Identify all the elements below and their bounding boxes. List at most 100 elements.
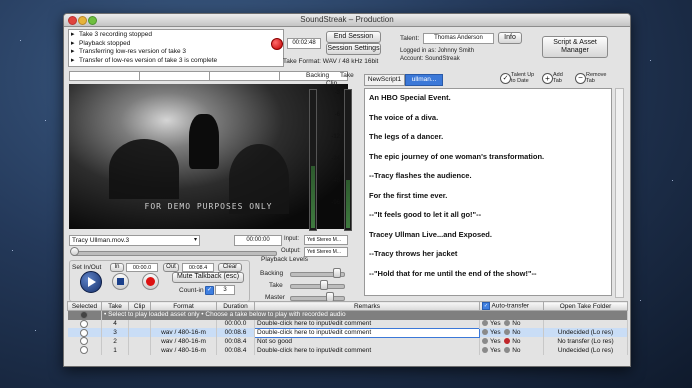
script-line: --Tracy flashes the audience.	[369, 171, 472, 180]
yes-dot[interactable]	[482, 329, 488, 336]
format-cell	[150, 319, 217, 329]
transport-record-button[interactable]	[142, 273, 159, 290]
master-level-label: Master	[265, 294, 285, 301]
set-out-button[interactable]: Out	[163, 263, 179, 272]
talent-name-field[interactable]: Thomas Anderson	[423, 33, 494, 44]
script-asset-manager-button[interactable]: Script & Asset Manager	[542, 36, 608, 58]
yes-dot[interactable]	[482, 346, 488, 353]
duration-cell: 00:08.4	[216, 346, 255, 355]
take-format: Take Format: WAV / 48 kHz 16bit	[283, 58, 379, 65]
transfer-toggle[interactable]: Yes No	[479, 328, 544, 338]
tab-newscript1[interactable]: NewScript1	[364, 74, 405, 86]
col-header-remarks[interactable]: Remarks	[254, 301, 480, 311]
take-level-slider[interactable]	[290, 284, 345, 289]
no-dot[interactable]	[504, 346, 511, 353]
watermark: FOR DEMO PURPOSES ONLY	[144, 202, 273, 211]
take-select-radio[interactable]	[80, 328, 89, 337]
transfer-toggle[interactable]: Yes No	[479, 337, 544, 347]
remarks-cell[interactable]: Double-click here to input/edit comment	[254, 327, 480, 338]
col-header-duration[interactable]: Duration	[216, 301, 255, 311]
status-cell: Undecided (Lo res)	[543, 346, 628, 355]
take-select-radio[interactable]	[80, 337, 89, 346]
status-log: Take 3 recording stopped Playback stoppe…	[68, 29, 284, 67]
playhead-knob[interactable]	[70, 247, 79, 256]
remarks-cell[interactable]: Not so good	[254, 337, 480, 347]
take-level-label: Take	[269, 282, 283, 289]
media-file-select[interactable]: Tracy Ullman.mov.3 ▾	[69, 235, 200, 246]
duration-cell: 00:08.6	[216, 328, 255, 338]
clip-cell	[128, 346, 151, 355]
talent-info-button[interactable]: Info	[498, 32, 522, 44]
open-take-folder-button[interactable]: Open Take Folder	[543, 301, 628, 311]
script-text-area[interactable]: An HBO Special Event. The voice of a div…	[364, 88, 612, 296]
input-label: Input:	[284, 236, 300, 242]
out-point-field[interactable]: 00:08.4	[182, 263, 214, 272]
backing-level-label: Backing	[260, 270, 284, 277]
record-button[interactable]	[271, 38, 283, 50]
script-line: Tracey Ullman Live...and Exposed.	[369, 229, 492, 239]
count-in-checkbox[interactable]: ✓	[205, 286, 214, 295]
auto-transfer-label: Auto-transfer	[491, 302, 530, 310]
mute-talkback-button[interactable]: Mute Talkback (esc)	[172, 272, 244, 283]
in-point-field[interactable]: 00:00.0	[126, 263, 158, 272]
input-select[interactable]: Yeti Stereo M...	[304, 235, 348, 245]
script-scrollbar[interactable]	[615, 88, 624, 298]
table-row[interactable]: 3 wav / 480-16-m 00:08.6 Double-click he…	[67, 327, 628, 338]
no-dot[interactable]	[504, 338, 511, 345]
col-header-take[interactable]: Take	[101, 301, 129, 311]
col-header-clip[interactable]: Clip	[128, 301, 151, 311]
media-time-field: 00:00:00	[234, 235, 282, 246]
no-dot[interactable]	[504, 329, 511, 336]
take-number: 4	[101, 319, 129, 329]
video-preview[interactable]: FOR DEMO PURPOSES ONLY	[69, 84, 348, 229]
transfer-toggle[interactable]: Yes No	[479, 346, 544, 355]
log-line: Transfer of low-res version of take 3 is…	[71, 57, 283, 66]
col-header-format[interactable]: Format	[150, 301, 217, 311]
remarks-cell[interactable]: Double-click here to input/edit comment	[254, 319, 480, 329]
stop-button[interactable]	[112, 273, 129, 290]
table-hint-row[interactable]: • Select to play loaded asset only • Cho…	[67, 310, 628, 320]
remove-tab-label: Remove Tab	[586, 72, 607, 84]
status-cell: Undecided (Lo res)	[543, 328, 628, 338]
format-cell: wav / 480-16-m	[150, 346, 217, 355]
tab-ullman[interactable]: ullman...	[405, 74, 443, 86]
take-select-radio[interactable]	[80, 319, 89, 328]
table-row[interactable]: 4 00:00.0 Double-click here to input/edi…	[67, 319, 628, 329]
chevron-down-icon: ▾	[193, 237, 197, 243]
play-icon	[88, 277, 96, 287]
table-row[interactable]: 1 wav / 480-16-m 00:08.4 Double-click he…	[67, 346, 628, 355]
talent-up-to-date-button[interactable]: ✓	[500, 73, 511, 84]
set-in-button[interactable]: In	[110, 263, 124, 272]
take-select-radio[interactable]	[80, 346, 89, 355]
output-select[interactable]: Yeti Stereo M...	[304, 247, 348, 257]
script-tab-bar: NewScript1 ullman...	[364, 74, 496, 86]
select-loaded-asset-radio[interactable]	[80, 311, 89, 319]
takes-table: Selected Take Clip Format Duration Remar…	[67, 301, 628, 355]
remove-tab-button[interactable]: −	[575, 73, 586, 84]
yes-dot[interactable]	[482, 338, 488, 345]
set-in-out-label: Set In/Out	[72, 264, 102, 271]
auto-transfer-checkbox[interactable]: ✓	[482, 302, 490, 310]
clip-cell	[128, 337, 151, 347]
script-line: The epic journey of one woman's transfor…	[369, 151, 545, 161]
backing-meter	[309, 89, 317, 231]
count-in-select[interactable]: 3	[215, 285, 235, 295]
yes-dot[interactable]	[482, 320, 488, 327]
remarks-cell[interactable]: Double-click here to input/edit comment	[254, 346, 480, 355]
end-session-button[interactable]: End Session	[326, 31, 381, 43]
playhead-scrubber[interactable]	[72, 251, 277, 256]
take-number: 2	[101, 337, 129, 347]
transfer-toggle[interactable]: Yes No	[479, 319, 544, 329]
clear-in-out-button[interactable]: Clear	[218, 263, 242, 272]
output-label: Output:	[281, 248, 301, 254]
take-level-knob[interactable]	[320, 280, 328, 290]
window-title: SoundStreak – Production	[300, 15, 394, 24]
no-dot[interactable]	[504, 320, 511, 327]
backing-level-knob[interactable]	[333, 268, 341, 278]
col-header-selected[interactable]: Selected	[67, 301, 102, 311]
play-button[interactable]	[80, 271, 102, 293]
add-tab-button[interactable]: +	[542, 73, 553, 84]
auto-transfer-toggle[interactable]: ✓ Auto-transfer	[479, 301, 544, 311]
table-row[interactable]: 2 wav / 480-16-m 00:08.4 Not so good Yes…	[67, 337, 628, 347]
session-settings-button[interactable]: Session Settings	[326, 43, 381, 55]
